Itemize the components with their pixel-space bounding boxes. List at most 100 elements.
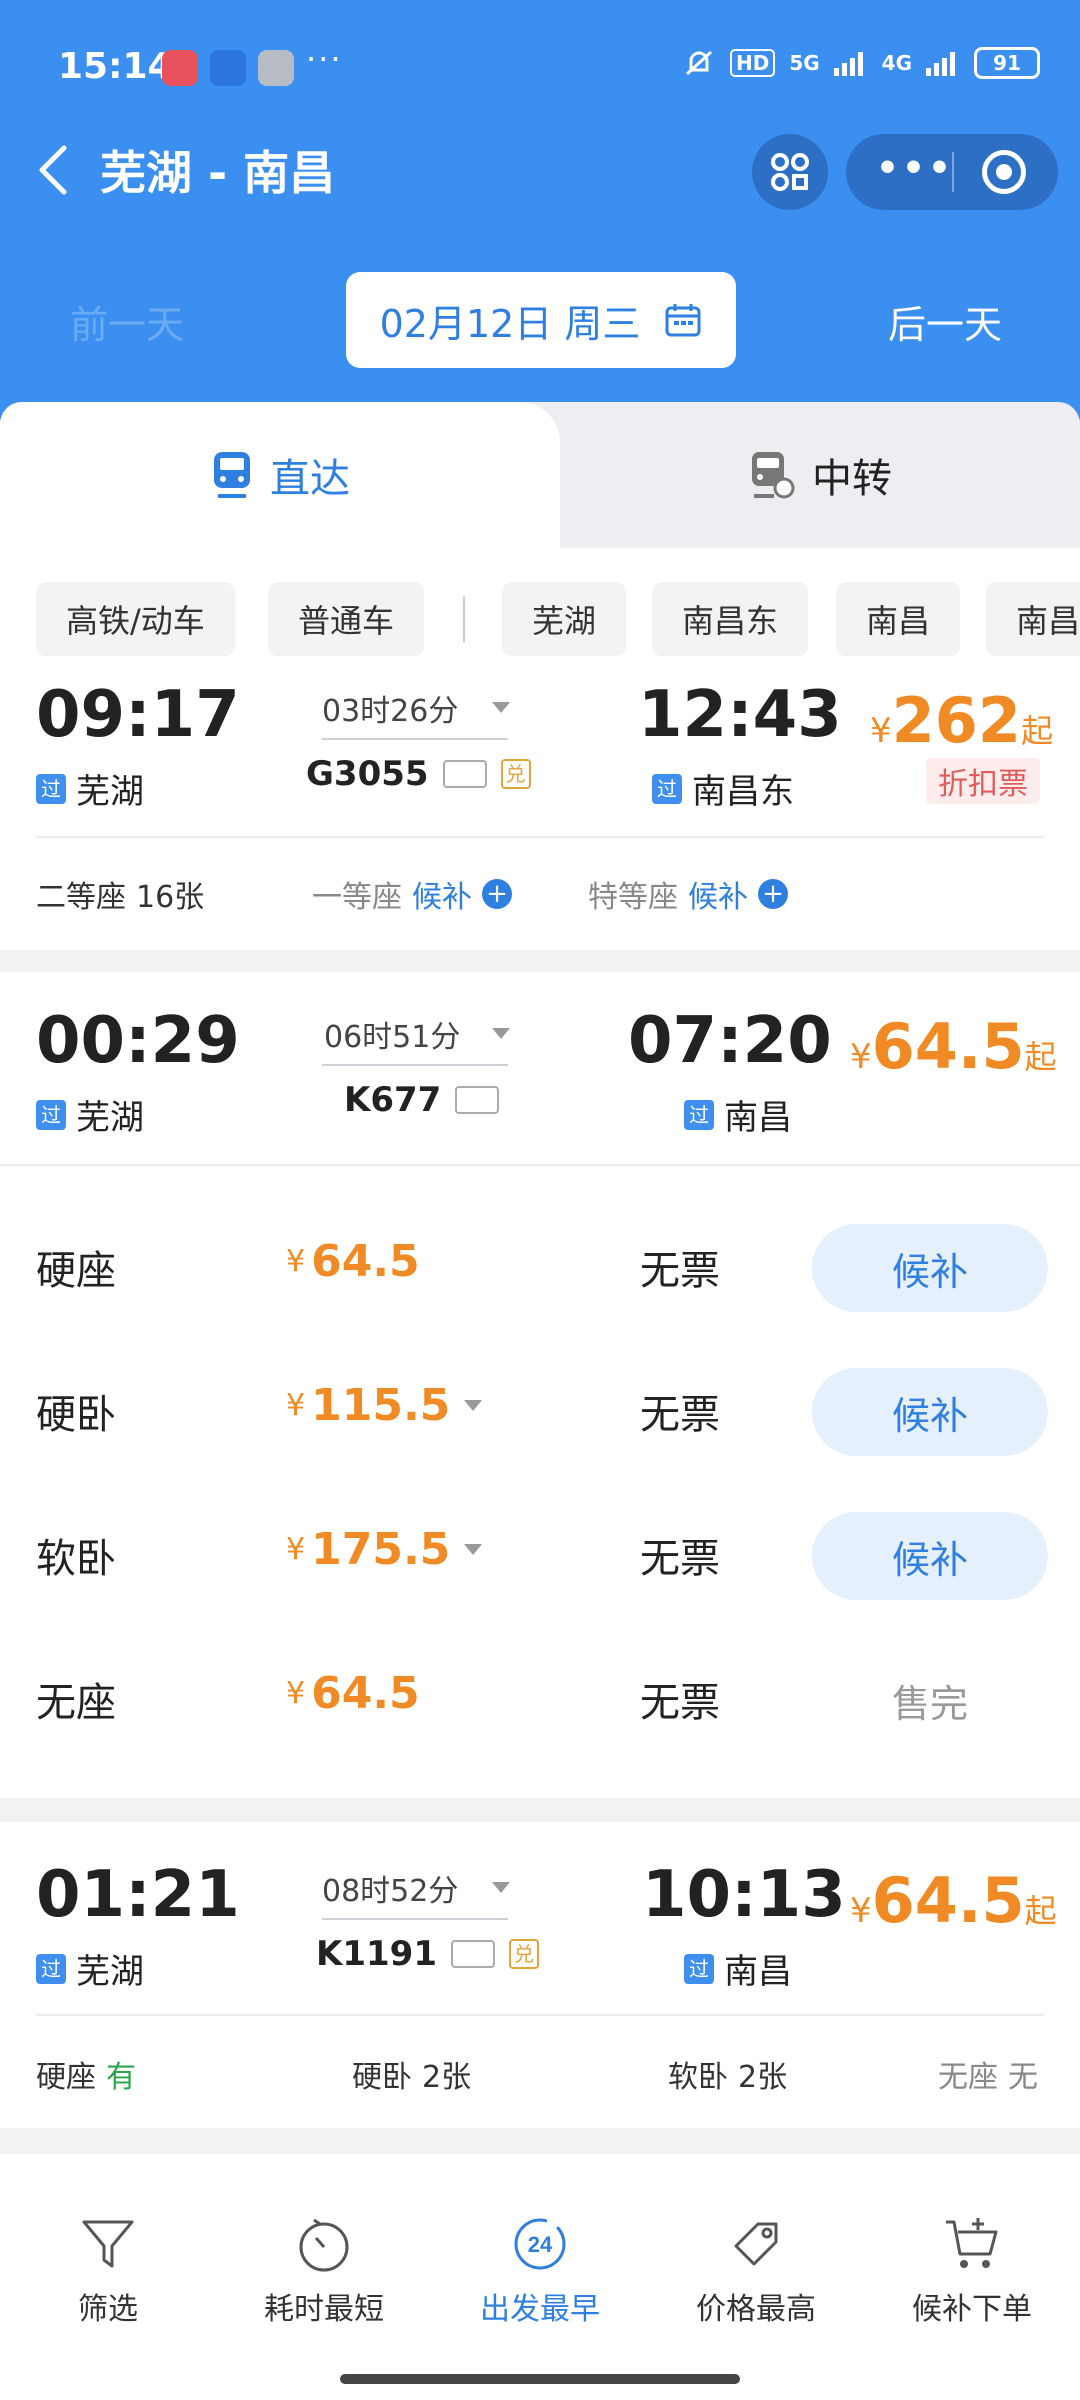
seat-price-value: 115.5 <box>311 1380 451 1431</box>
tab-transfer[interactable]: 中转 <box>560 402 1080 548</box>
price-suffix: 起 <box>1024 1892 1057 1930</box>
status-right: HD 5G 4G 91 <box>682 46 1040 80</box>
hd-badge: HD <box>729 49 776 77</box>
seat-price-value: 64.5 <box>311 1236 420 1287</box>
duration: 06时51分 <box>324 1020 461 1055</box>
duration-line <box>322 738 508 740</box>
seat-availability: 候补 <box>412 880 472 915</box>
depart-time: 09:17 <box>36 678 240 752</box>
seat-row-name: 硬卧 <box>36 1392 116 1438</box>
id-card-icon <box>450 1940 495 1968</box>
price-symbol: ¥ <box>286 1676 306 1711</box>
seat-row-price[interactable]: ¥115.5 <box>286 1380 483 1431</box>
stopwatch-icon <box>299 2218 349 2272</box>
train-number-text: K1191 <box>316 1934 437 1974</box>
waitlist-order-button[interactable]: 候补下单 <box>864 2214 1080 2328</box>
signal-5g: 5G <box>789 51 820 75</box>
sort-highest-price-label: 价格最高 <box>696 2292 816 2327</box>
duration: 03时26分 <box>322 694 459 729</box>
seat-row-status: 无票 <box>640 1536 720 1582</box>
seat-availability: 无 <box>1008 2060 1038 2095</box>
depart-time: 00:29 <box>36 1004 240 1078</box>
next-day-button[interactable]: 后一天 <box>888 294 1002 349</box>
sort-highest-price-button[interactable]: 价格最高 <box>648 2214 864 2328</box>
chip-station-nanchang-east[interactable]: 南昌东 <box>652 582 809 656</box>
miniapp-capsule: ••• <box>846 134 1058 210</box>
waitlist-button[interactable]: 候补 <box>812 1512 1048 1600</box>
arrive-station-name: 南昌东 <box>692 772 794 812</box>
seat-row-price[interactable]: ¥175.5 <box>286 1524 483 1575</box>
prev-day-button[interactable]: 前一天 <box>70 294 184 349</box>
home-indicator[interactable] <box>340 2374 740 2384</box>
scan-icon <box>771 153 809 191</box>
expand-arrow-icon[interactable] <box>492 702 510 713</box>
seat-name: 软卧 <box>668 2060 728 2095</box>
more-menu-button[interactable]: ••• <box>876 148 954 189</box>
filter-label: 筛选 <box>78 2292 138 2327</box>
sort-earliest-label: 出发最早 <box>480 2292 600 2327</box>
seat-row-price: ¥64.5 <box>286 1236 420 1287</box>
seat-name: 特等座 <box>588 880 678 915</box>
depart-station: 过 芜湖 <box>36 1944 144 1993</box>
train-card[interactable]: 01:21 过 芜湖 08时52分 K1191 兑 10:13 过 南昌 ¥64… <box>0 1822 1080 2128</box>
chip-regular-train[interactable]: 普通车 <box>268 582 425 656</box>
bottom-toolbar: 筛选 耗时最短 24 出发最早 价格最高 候补下单 <box>0 2154 1080 2400</box>
notification-app-icon <box>210 50 246 86</box>
seat-premium-class[interactable]: 特等座 候补 + <box>588 872 788 916</box>
pass-badge: 过 <box>652 773 682 804</box>
seat-availability: 2张 <box>422 2060 472 2095</box>
price-symbol: ¥ <box>286 1244 306 1279</box>
depart-station: 过 芜湖 <box>36 764 144 813</box>
arrive-time: 07:20 <box>628 1004 832 1078</box>
arrive-station-name: 南昌 <box>724 1098 792 1138</box>
expand-arrow-icon[interactable] <box>492 1882 510 1893</box>
cart-icon <box>946 2218 998 2268</box>
price-symbol: ¥ <box>870 711 892 751</box>
waitlist-button[interactable]: 候补 <box>812 1368 1048 1456</box>
back-arrow-icon[interactable] <box>34 140 74 200</box>
price: ¥64.5起 <box>850 1864 1057 1937</box>
close-miniapp-icon[interactable] <box>982 150 1026 194</box>
seat-availability: 16张 <box>136 880 205 915</box>
seat-name: 硬座 <box>36 2060 96 2095</box>
chip-high-speed[interactable]: 高铁/动车 <box>36 582 235 656</box>
24h-icon: 24 <box>514 2218 566 2270</box>
date-picker[interactable]: 02月12日 周三 <box>346 272 736 368</box>
capsule-divider <box>952 152 954 192</box>
filter-button[interactable]: 筛选 <box>0 2214 216 2328</box>
tab-direct[interactable]: 直达 <box>0 402 560 548</box>
arrive-station: 过 南昌东 <box>652 764 794 813</box>
date-text: 02月12日 周三 <box>379 301 641 346</box>
chip-station-nanchang[interactable]: 南昌 <box>836 582 961 656</box>
duration-line <box>322 1918 508 1920</box>
status-time: 15:14 <box>58 46 173 87</box>
price-value: 262 <box>891 684 1022 757</box>
train-card-expanded[interactable]: 00:29 过 芜湖 06时51分 K677 07:20 过 南昌 ¥64.5起… <box>0 972 1080 1798</box>
signal-4g: 4G <box>881 51 912 75</box>
scan-button[interactable] <box>752 134 828 210</box>
dropdown-arrow-icon <box>464 1400 483 1411</box>
arrive-station-name: 南昌 <box>724 1952 792 1992</box>
duration-line <box>322 1064 508 1066</box>
chip-station-wuhu[interactable]: 芜湖 <box>502 582 627 656</box>
depart-station-name: 芜湖 <box>76 1098 144 1138</box>
chip-station-nanchang-west[interactable]: 南昌西 <box>986 582 1080 656</box>
depart-station-name: 芜湖 <box>76 772 144 812</box>
pass-badge: 过 <box>36 1099 66 1130</box>
seat-name: 硬卧 <box>352 2060 412 2095</box>
train-card[interactable]: 09:17 过 芜湖 03时26分 G3055 兑 12:43 过 南昌东 ¥2… <box>0 666 1080 950</box>
seat-row-status: 无票 <box>640 1248 720 1294</box>
train-icon <box>214 452 250 498</box>
sort-earliest-button[interactable]: 24 出发最早 <box>432 2214 648 2328</box>
seat-first-class[interactable]: 一等座 候补 + <box>312 872 512 916</box>
arrive-station: 过 南昌 <box>684 1090 792 1139</box>
pass-badge: 过 <box>36 773 66 804</box>
mute-bell-icon <box>685 50 712 76</box>
seat-row-name: 软卧 <box>36 1536 116 1582</box>
more-notifications-icon: ··· <box>306 40 343 78</box>
waitlist-button[interactable]: 候补 <box>812 1224 1048 1312</box>
expand-arrow-icon[interactable] <box>492 1028 510 1039</box>
sort-shortest-button[interactable]: 耗时最短 <box>216 2214 432 2328</box>
seat-soft-sleeper: 软卧 2张 <box>668 2052 787 2096</box>
chip-divider <box>463 596 465 642</box>
